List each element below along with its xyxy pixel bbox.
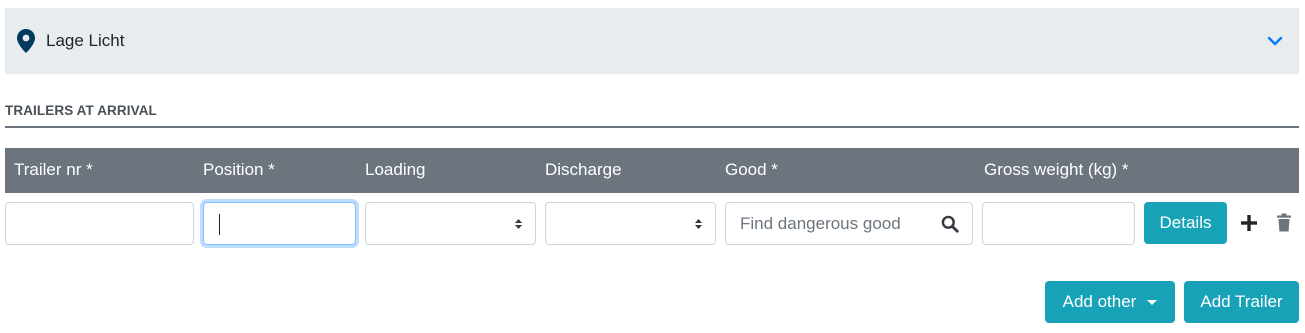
section-title: TRAILERS AT ARRIVAL bbox=[5, 103, 157, 118]
discharge-select[interactable] bbox=[545, 202, 716, 245]
search-icon[interactable] bbox=[941, 215, 959, 233]
select-arrows-icon bbox=[694, 216, 703, 232]
location-panel-header[interactable]: Lage Licht bbox=[5, 8, 1299, 74]
select-arrows-icon bbox=[514, 216, 523, 232]
gross-weight-input[interactable] bbox=[982, 202, 1135, 245]
good-search-placeholder: Find dangerous good bbox=[740, 213, 901, 233]
good-search-input[interactable]: Find dangerous good bbox=[725, 202, 973, 245]
add-other-label: Add other bbox=[1062, 292, 1137, 311]
column-header-good: Good * bbox=[725, 160, 778, 179]
column-header-position: Position * bbox=[203, 160, 275, 179]
trailer-nr-input[interactable] bbox=[5, 202, 194, 245]
trash-icon[interactable] bbox=[1276, 213, 1292, 232]
column-header-loading: Loading bbox=[365, 160, 426, 179]
section-divider bbox=[5, 126, 1299, 128]
trailers-table-header: Trailer nr * Position * Loading Discharg… bbox=[5, 148, 1299, 193]
caret-down-icon bbox=[1147, 299, 1158, 305]
position-input[interactable] bbox=[203, 202, 356, 245]
text-cursor bbox=[219, 214, 220, 235]
add-other-button[interactable]: Add other bbox=[1045, 281, 1175, 323]
map-pin-icon bbox=[17, 29, 35, 53]
chevron-down-icon[interactable] bbox=[1265, 31, 1285, 51]
column-header-discharge: Discharge bbox=[545, 160, 622, 179]
column-header-trailer-nr: Trailer nr * bbox=[14, 160, 93, 179]
plus-icon[interactable] bbox=[1240, 214, 1258, 232]
column-header-gross-weight: Gross weight (kg) * bbox=[984, 160, 1129, 179]
location-name: Lage Licht bbox=[46, 31, 125, 50]
loading-select[interactable] bbox=[365, 202, 536, 245]
details-button[interactable]: Details bbox=[1144, 202, 1227, 244]
add-trailer-button[interactable]: Add Trailer bbox=[1184, 281, 1299, 323]
